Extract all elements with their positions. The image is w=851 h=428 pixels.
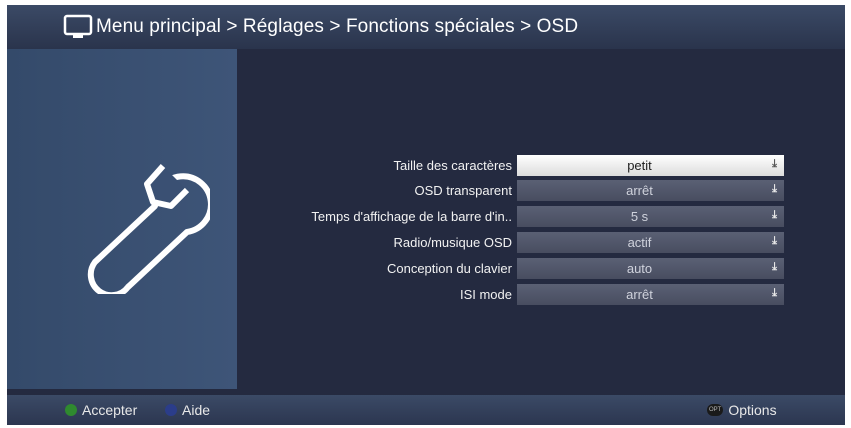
- radio-music-osd-selector[interactable]: actif ⤓: [517, 232, 784, 253]
- dropdown-arrow-icon: ⤓: [772, 287, 777, 299]
- setting-label: ISI mode: [459, 287, 512, 302]
- dropdown-arrow-icon: ⤓: [772, 235, 777, 247]
- opt-key-icon: OPT: [707, 404, 724, 416]
- font-size-selector[interactable]: petit ⤓: [517, 155, 784, 176]
- setting-label: Taille des caractères: [393, 158, 513, 173]
- setting-label: Temps d'affichage de la barre d'in..: [311, 209, 512, 224]
- dropdown-arrow-icon: ⤓: [772, 209, 777, 221]
- setting-value: petit: [627, 158, 652, 173]
- header-bar: Menu principal > Réglages > Fonctions sp…: [7, 5, 845, 49]
- setting-row-radio-music-osd[interactable]: Radio/musique OSD actif ⤓: [247, 232, 792, 254]
- footer-bar: Accepter Aide OPT Options: [7, 395, 845, 425]
- isi-mode-selector[interactable]: arrêt ⤓: [517, 284, 784, 305]
- dropdown-arrow-icon: ⤓: [772, 261, 777, 273]
- setting-row-isi-mode[interactable]: ISI mode arrêt ⤓: [247, 284, 792, 306]
- setting-label: OSD transparent: [414, 183, 512, 198]
- osd-menu-screen: Menu principal > Réglages > Fonctions sp…: [7, 5, 845, 425]
- setting-row-font-size[interactable]: Taille des caractères petit ⤓: [247, 155, 792, 177]
- accept-button[interactable]: Accepter: [65, 402, 137, 418]
- setting-value: arrêt: [626, 183, 653, 198]
- dropdown-arrow-icon: ⤓: [772, 183, 777, 195]
- options-label: Options: [728, 402, 777, 418]
- help-button[interactable]: Aide: [165, 402, 210, 418]
- setting-value: auto: [626, 261, 653, 276]
- setting-value: 5 s: [630, 209, 649, 224]
- options-button[interactable]: OPT Options: [707, 402, 777, 418]
- osd-transparent-selector[interactable]: arrêt ⤓: [517, 180, 784, 201]
- breadcrumb: Menu principal > Réglages > Fonctions sp…: [96, 16, 579, 37]
- setting-row-keyboard-design[interactable]: Conception du clavier auto ⤓: [247, 258, 792, 280]
- setting-label: Radio/musique OSD: [393, 235, 513, 250]
- keyboard-design-selector[interactable]: auto ⤓: [517, 258, 784, 279]
- setting-row-infobar-duration[interactable]: Temps d'affichage de la barre d'in.. 5 s…: [247, 206, 792, 228]
- accept-label: Accepter: [82, 402, 138, 418]
- setting-label: Conception du clavier: [386, 261, 512, 276]
- setting-value: arrêt: [626, 287, 653, 302]
- left-panel: [7, 49, 237, 389]
- tv-icon: [63, 14, 93, 40]
- dropdown-arrow-icon: ⤓: [772, 158, 777, 170]
- setting-row-osd-transparent[interactable]: OSD transparent arrêt ⤓: [247, 180, 792, 202]
- setting-value: actif: [627, 235, 652, 250]
- infobar-duration-selector[interactable]: 5 s ⤓: [517, 206, 784, 227]
- help-label: Aide: [182, 402, 211, 418]
- green-key-icon: [65, 404, 77, 416]
- blue-key-icon: [165, 404, 177, 416]
- wrench-icon: [75, 154, 214, 299]
